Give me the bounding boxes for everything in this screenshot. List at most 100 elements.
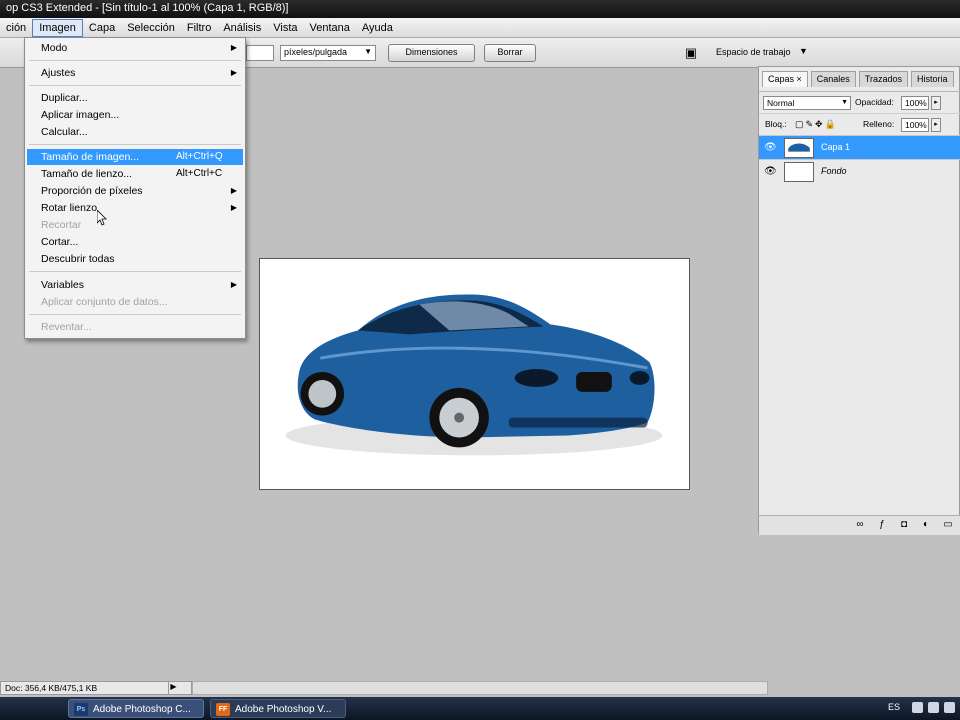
- layer-name: Capa 1: [821, 142, 851, 152]
- menu-item-label: Rotar lienzo: [41, 202, 98, 214]
- layer-name: Fondo: [821, 166, 847, 176]
- workspace-chevron-down-icon[interactable]: ▼: [799, 46, 808, 56]
- menu-vista[interactable]: Vista: [267, 20, 303, 36]
- menu-item-calcular[interactable]: Calcular...: [27, 124, 243, 140]
- lock-icons[interactable]: ▢✎✥🔒: [795, 119, 838, 130]
- menu-item-label: Cortar...: [41, 236, 79, 248]
- workspace-icon[interactable]: ▣: [682, 45, 700, 61]
- menu-item-rotar-lienzo[interactable]: Rotar lienzo ▶: [27, 200, 243, 216]
- resolution-field[interactable]: [246, 45, 274, 61]
- menu-item-label: Proporción de píxeles: [41, 185, 143, 197]
- adjustment-layer-icon[interactable]: ◐: [919, 519, 933, 530]
- menu-item-label: Reventar...: [41, 321, 92, 333]
- menu-separator: [29, 85, 241, 86]
- opacity-label: Opacidad:: [855, 97, 894, 107]
- image-menu-dropdown: Modo ▶ Ajustes ▶ Duplicar... Aplicar ima…: [24, 37, 246, 339]
- menu-item-label: Recortar: [41, 219, 82, 231]
- menu-item-label: Aplicar imagen...: [41, 109, 120, 121]
- lock-row: Bloq.: ▢✎✥🔒 Relleno: 100% ▸: [759, 113, 960, 135]
- tab-historia[interactable]: Historia: [911, 71, 954, 87]
- layer-row-capa-1[interactable]: 👁 Capa 1: [759, 135, 960, 159]
- new-group-icon[interactable]: ▭: [941, 519, 955, 530]
- tray-icon[interactable]: [928, 702, 939, 713]
- taskbar-item-photoshop-2[interactable]: FF Adobe Photoshop V...: [210, 699, 346, 718]
- menu-item-label: Aplicar conjunto de datos...: [41, 296, 168, 308]
- car-image: [285, 294, 663, 456]
- link-layers-icon[interactable]: ∞: [853, 519, 867, 530]
- tray-icon[interactable]: [912, 702, 923, 713]
- taskbar: Ps Adobe Photoshop C... FF Adobe Photosh…: [0, 697, 960, 720]
- submenu-arrow-icon: ▶: [230, 68, 237, 77]
- menu-item-aplicar-imagen[interactable]: Aplicar imagen...: [27, 107, 243, 123]
- menu-bar: ción Imagen Capa Selección Filtro Anális…: [0, 18, 960, 38]
- menu-item-reventar: Reventar...: [27, 319, 243, 335]
- taskbar-item-photoshop-1[interactable]: Ps Adobe Photoshop C...: [68, 699, 204, 718]
- doc-size-info: Doc: 356,4 KB/475,1 KB: [5, 683, 98, 693]
- menu-imagen[interactable]: Imagen: [32, 18, 83, 37]
- menu-separator: [29, 144, 241, 145]
- resolution-unit-select[interactable]: píxeles/pulgada ▼: [280, 45, 376, 61]
- lock-label: Bloq.:: [765, 119, 787, 129]
- menu-item-label: Descubrir todas: [41, 253, 115, 265]
- layer-row-fondo[interactable]: 👁 Fondo: [759, 159, 960, 183]
- menu-item-ajustes[interactable]: Ajustes ▶: [27, 65, 243, 81]
- menu-analisis[interactable]: Análisis: [217, 20, 267, 36]
- layer-style-icon[interactable]: ƒ: [875, 519, 889, 530]
- status-menu-arrow-icon[interactable]: ▶: [168, 682, 178, 694]
- fill-field[interactable]: 100%: [901, 118, 929, 132]
- menu-item-shortcut: Alt+Ctrl+C: [176, 168, 223, 179]
- menu-item-descubrir-todas[interactable]: Descubrir todas: [27, 251, 243, 267]
- menu-edicion[interactable]: ción: [0, 20, 32, 36]
- menu-separator: [29, 271, 241, 272]
- blend-mode-select[interactable]: Normal ▼: [763, 96, 851, 110]
- submenu-arrow-icon: ▶: [230, 203, 237, 212]
- window-title: op CS3 Extended - [Sin título-1 al 100% …: [6, 2, 289, 14]
- layer-mask-icon[interactable]: ◘: [897, 519, 911, 530]
- menu-item-modo[interactable]: Modo ▶: [27, 40, 243, 56]
- panel-tabs: Capas × Canales Trazados Historia: [759, 71, 960, 89]
- menu-separator: [29, 60, 241, 61]
- menu-item-tamano-lienzo[interactable]: Tamaño de lienzo... Alt+Ctrl+C: [27, 166, 243, 182]
- menu-item-duplicar[interactable]: Duplicar...: [27, 90, 243, 106]
- submenu-arrow-icon: ▶: [230, 186, 237, 195]
- tab-canales[interactable]: Canales: [810, 71, 856, 87]
- fill-slider-button[interactable]: ▸: [931, 118, 941, 132]
- photoshop-icon: Ps: [74, 703, 88, 716]
- tray-icon[interactable]: [944, 702, 955, 713]
- menu-item-proporcion-pixeles[interactable]: Proporción de píxeles ▶: [27, 183, 243, 199]
- fill-label: Relleno:: [863, 119, 895, 129]
- menu-item-tamano-imagen[interactable]: Tamaño de imagen... Alt+Ctrl+Q: [27, 149, 243, 165]
- opacity-field[interactable]: 100%: [901, 96, 929, 110]
- menu-item-label: Tamaño de imagen...: [41, 151, 140, 163]
- menu-item-variables[interactable]: Variables ▶: [27, 277, 243, 293]
- dimensions-button[interactable]: Dimensiones: [388, 44, 475, 62]
- eye-icon[interactable]: 👁: [764, 166, 777, 177]
- menu-ventana[interactable]: Ventana: [304, 20, 356, 36]
- menu-capa[interactable]: Capa: [83, 20, 121, 36]
- menu-item-recortar: Recortar: [27, 217, 243, 233]
- menu-item-label: Calcular...: [41, 126, 88, 138]
- resolution-unit-value: píxeles/pulgada: [284, 47, 348, 57]
- blend-row: Normal ▼ Opacidad: 100% ▸: [759, 91, 960, 113]
- menu-seleccion[interactable]: Selección: [121, 20, 181, 36]
- layer-thumbnail: [784, 138, 814, 158]
- clear-button[interactable]: Borrar: [484, 44, 536, 62]
- chevron-down-icon: ▼: [364, 47, 372, 56]
- menu-item-cortar[interactable]: Cortar...: [27, 234, 243, 250]
- menu-item-label: Variables: [41, 279, 84, 291]
- language-indicator[interactable]: ES: [888, 702, 900, 712]
- status-bar: Doc: 356,4 KB/475,1 KB ▶: [0, 681, 192, 695]
- menu-ayuda[interactable]: Ayuda: [356, 20, 399, 36]
- opacity-slider-button[interactable]: ▸: [931, 96, 941, 110]
- menu-item-label: Duplicar...: [41, 92, 88, 104]
- eye-icon[interactable]: 👁: [764, 142, 777, 153]
- taskbar-item-label: Adobe Photoshop C...: [93, 704, 191, 715]
- horizontal-scrollbar[interactable]: [192, 681, 768, 695]
- document-canvas[interactable]: [259, 258, 690, 490]
- tab-capas[interactable]: Capas ×: [762, 71, 808, 87]
- menu-filtro[interactable]: Filtro: [181, 20, 217, 36]
- menu-separator: [29, 314, 241, 315]
- menu-item-shortcut: Alt+Ctrl+Q: [176, 151, 223, 162]
- workspace-label[interactable]: Espacio de trabajo: [716, 47, 791, 57]
- tab-trazados[interactable]: Trazados: [858, 71, 908, 87]
